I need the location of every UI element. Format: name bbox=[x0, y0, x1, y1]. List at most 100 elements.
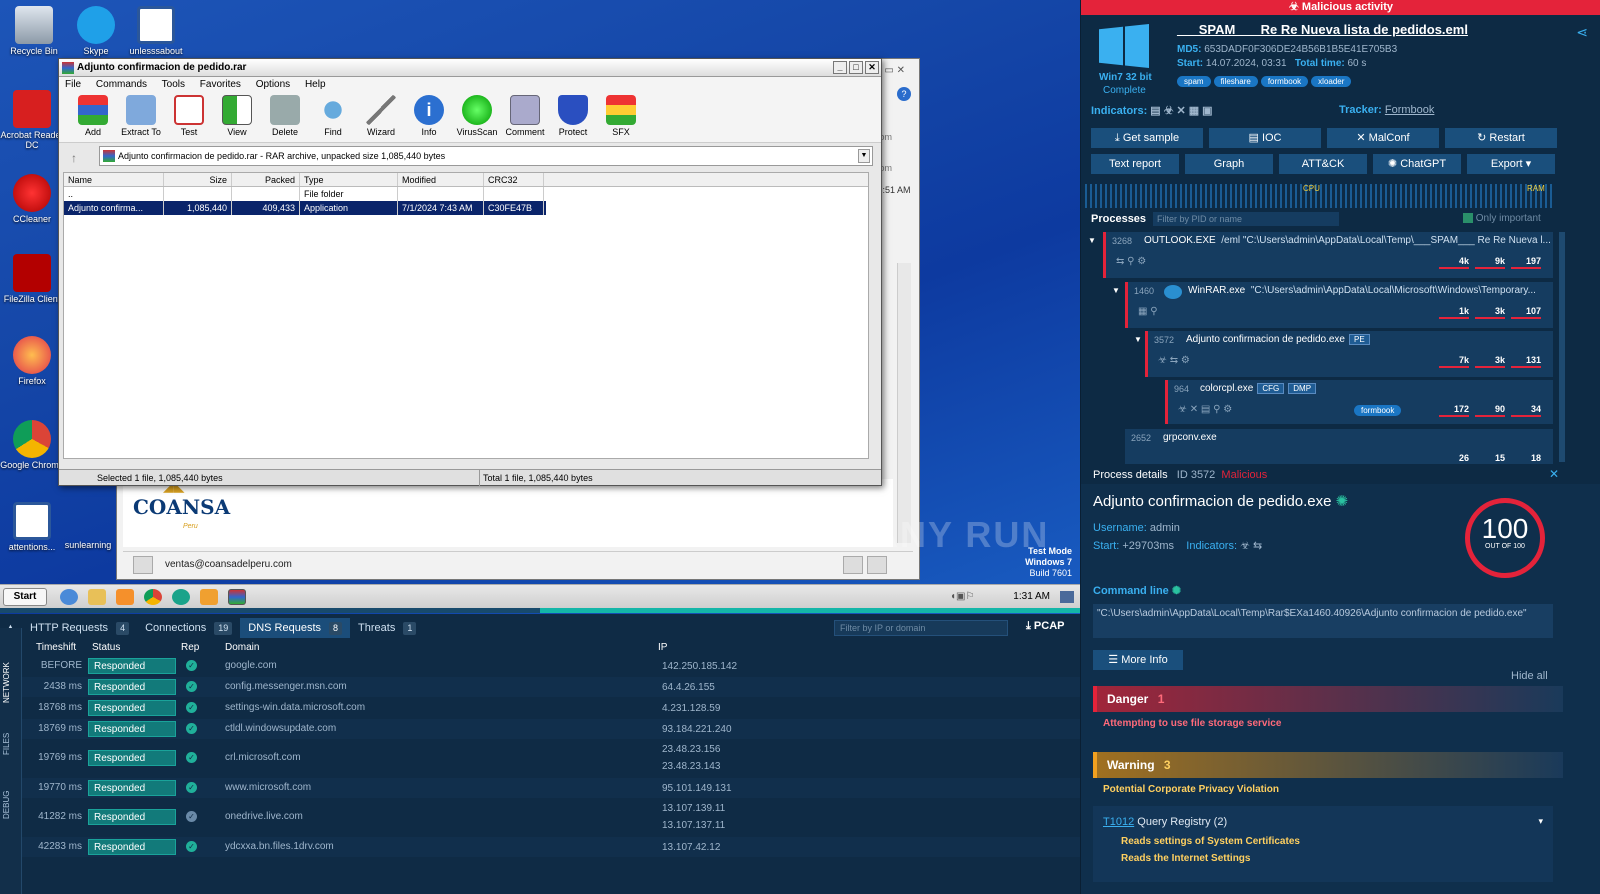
acrobat-icon[interactable]: Acrobat Reader DC bbox=[0, 90, 64, 150]
tool-add[interactable]: Add bbox=[69, 93, 117, 142]
tag-formbook[interactable]: formbook bbox=[1260, 76, 1309, 87]
word-doc-icon[interactable]: unlesssabout bbox=[124, 6, 188, 56]
outlook-taskbar-icon[interactable] bbox=[200, 589, 218, 605]
text-report-button[interactable]: Text report bbox=[1091, 154, 1179, 174]
expand-icon[interactable]: ▼ bbox=[1088, 236, 1096, 245]
expand-icon[interactable]: ▼ bbox=[1134, 335, 1142, 344]
firefox-icon[interactable]: Firefox bbox=[0, 336, 64, 386]
malconf-button[interactable]: ✕ MalConf bbox=[1327, 128, 1439, 148]
table-row[interactable]: 18768 ms Responded ✓ settings-win.data.m… bbox=[22, 698, 1080, 718]
skype-icon[interactable]: Skype bbox=[64, 6, 128, 56]
tool-protect[interactable]: Protect bbox=[549, 93, 597, 142]
chrome-taskbar-icon[interactable] bbox=[144, 589, 162, 605]
people-icon[interactable] bbox=[843, 556, 863, 574]
technique-row[interactable]: T1012 Query Registry (2) bbox=[1103, 816, 1227, 828]
network-filter-input[interactable]: Filter by IP or domain bbox=[834, 620, 1008, 636]
media-icon[interactable] bbox=[116, 589, 134, 605]
table-row[interactable]: BEFORE Responded ✓ google.com 142.250.18… bbox=[22, 656, 1080, 676]
restart-button[interactable]: ↻ Restart bbox=[1445, 128, 1557, 148]
tab-http-requests[interactable]: HTTP Requests 4 bbox=[22, 618, 137, 638]
start-button[interactable]: Start bbox=[3, 588, 47, 606]
chatgpt-icon[interactable]: ✺ bbox=[1172, 585, 1181, 597]
attack-button[interactable]: ATT&CK bbox=[1279, 154, 1367, 174]
danger-item[interactable]: Attempting to use file storage service bbox=[1103, 718, 1281, 729]
tool-info[interactable]: i Info bbox=[405, 93, 453, 142]
menu-commands[interactable]: Commands bbox=[96, 79, 147, 90]
side-tab-files[interactable]: FILES bbox=[2, 724, 20, 764]
process-filter-input[interactable]: Filter by PID or name bbox=[1153, 212, 1339, 226]
table-row[interactable]: 18769 ms Responded ✓ ctldl.windowsupdate… bbox=[22, 719, 1080, 739]
menu-options[interactable]: Options bbox=[256, 79, 290, 90]
people-icon-2[interactable] bbox=[867, 556, 887, 574]
table-row[interactable]: 42283 ms Responded ✓ ydcxxa.bn.files.1dr… bbox=[22, 837, 1080, 857]
tab-threats[interactable]: Threats 1 bbox=[350, 618, 424, 638]
graph-button[interactable]: Graph bbox=[1185, 154, 1273, 174]
close-icon[interactable]: ✕ bbox=[1549, 467, 1559, 481]
tool-test[interactable]: Test bbox=[165, 93, 213, 142]
col-crc[interactable]: CRC32 bbox=[484, 173, 544, 186]
chrome-icon[interactable]: Google Chrome bbox=[0, 420, 64, 470]
process-winrar[interactable]: ▼ 1460 WinRAR.exe "C:\Users\admin\AppDat… bbox=[1112, 282, 1553, 328]
warning-item[interactable]: Potential Corporate Privacy Violation bbox=[1103, 784, 1279, 795]
tool-sfx[interactable]: SFX bbox=[597, 93, 645, 142]
tool-view[interactable]: View bbox=[213, 93, 261, 142]
winrar-taskbar-icon[interactable] bbox=[228, 589, 246, 605]
ccleaner-icon[interactable]: CCleaner bbox=[0, 174, 64, 224]
help-icon[interactable]: ? bbox=[897, 87, 911, 101]
tool-comment[interactable]: Comment bbox=[501, 93, 549, 142]
process-grpconv[interactable]: 2652 grpconv.exe 26 15 18 bbox=[1125, 429, 1553, 464]
technique-sub-item[interactable]: Reads the Internet Settings bbox=[1121, 853, 1250, 864]
warning-section[interactable]: Warning 3 bbox=[1093, 752, 1563, 778]
tray-icons[interactable]: ◖▣⚐ bbox=[950, 587, 974, 607]
share-icon[interactable]: ⋖ bbox=[1576, 24, 1588, 41]
menu-file[interactable]: File bbox=[65, 79, 81, 90]
chatgpt-button[interactable]: ✺ ChatGPT bbox=[1373, 154, 1461, 174]
hide-all-link[interactable]: Hide all bbox=[1511, 670, 1548, 682]
export-button[interactable]: Export ▾ bbox=[1467, 154, 1555, 174]
close-button[interactable]: ✕ bbox=[865, 61, 879, 74]
table-row[interactable]: .. File folder bbox=[64, 187, 868, 201]
tool-extract[interactable]: Extract To bbox=[117, 93, 165, 142]
process-colorcpl[interactable]: 964 colorcpl.exe CFG DMP ☣ ✕ ▤ ⚲ ⚙ formboo… bbox=[1165, 380, 1553, 424]
menu-help[interactable]: Help bbox=[305, 79, 326, 90]
tool-find[interactable]: Find bbox=[309, 93, 357, 142]
only-important-toggle[interactable]: Only important bbox=[1463, 213, 1541, 224]
process-scrollbar[interactable] bbox=[1559, 232, 1565, 462]
archive-path-field[interactable]: Adjunto confirmacion de pedido.rar - RAR… bbox=[99, 146, 873, 166]
minimize-button[interactable]: _ bbox=[833, 61, 847, 74]
danger-section[interactable]: Danger 1 bbox=[1093, 686, 1563, 712]
technique-link[interactable]: T1012 bbox=[1103, 816, 1134, 828]
side-tab-network[interactable]: NETWORK bbox=[2, 648, 20, 718]
outlook-scrollbar[interactable] bbox=[897, 263, 911, 543]
clock[interactable]: 1:31 AM bbox=[1013, 591, 1050, 602]
technique-sub-item[interactable]: Reads settings of System Certificates bbox=[1121, 836, 1300, 847]
sender-email[interactable]: ventas@coansadelperu.com bbox=[165, 559, 292, 570]
formbook-tag[interactable]: formbook bbox=[1354, 405, 1402, 416]
ie-icon[interactable] bbox=[60, 589, 78, 605]
get-sample-button[interactable]: ⤓ Get sample bbox=[1091, 128, 1203, 148]
menu-tools[interactable]: Tools bbox=[162, 79, 185, 90]
chatgpt-icon[interactable]: ✺ bbox=[1336, 493, 1349, 510]
up-arrow-icon[interactable]: ↑ bbox=[71, 151, 77, 165]
col-modified[interactable]: Modified bbox=[398, 173, 484, 186]
expand-icon[interactable]: ▼ bbox=[1112, 286, 1120, 295]
winrar-titlebar[interactable]: Adjunto confirmacion de pedido.rar _ □ ✕ bbox=[59, 59, 881, 77]
tag-spam[interactable]: spam bbox=[1177, 76, 1211, 87]
more-info-button[interactable]: ☰ More Info bbox=[1093, 650, 1183, 670]
col-type[interactable]: Type bbox=[300, 173, 398, 186]
chevron-down-icon[interactable]: ▾ bbox=[1538, 816, 1543, 827]
tool-virusscan[interactable]: VirusScan bbox=[453, 93, 501, 142]
pcap-button[interactable]: ⤓ PCAP bbox=[1026, 620, 1064, 633]
tag-xloader[interactable]: xloader bbox=[1311, 76, 1352, 87]
side-tab-debug[interactable]: DEBUG bbox=[2, 782, 20, 828]
table-row-selected[interactable]: Adjunto confirma... 1,085,440 409,433 Ap… bbox=[64, 201, 546, 215]
tab-connections[interactable]: Connections 19 bbox=[137, 618, 240, 638]
tag-fileshare[interactable]: fileshare bbox=[1213, 76, 1258, 87]
edge-icon[interactable] bbox=[172, 589, 190, 605]
table-row[interactable]: 41282 ms Responded ✓ onedrive.live.com 1… bbox=[22, 799, 1080, 836]
col-size[interactable]: Size bbox=[164, 173, 232, 186]
filezilla-icon[interactable]: FileZilla Client bbox=[0, 254, 64, 304]
process-outlook[interactable]: ▼ 3268 OUTLOOK.EXE /eml "C:\Users\admin\… bbox=[1088, 232, 1553, 278]
process-adjunto[interactable]: ▼ 3572 Adjunto confirmacion de pedido.ex… bbox=[1134, 331, 1553, 377]
indicator-icons[interactable]: ▤☣✕▦▣ bbox=[1150, 105, 1215, 117]
